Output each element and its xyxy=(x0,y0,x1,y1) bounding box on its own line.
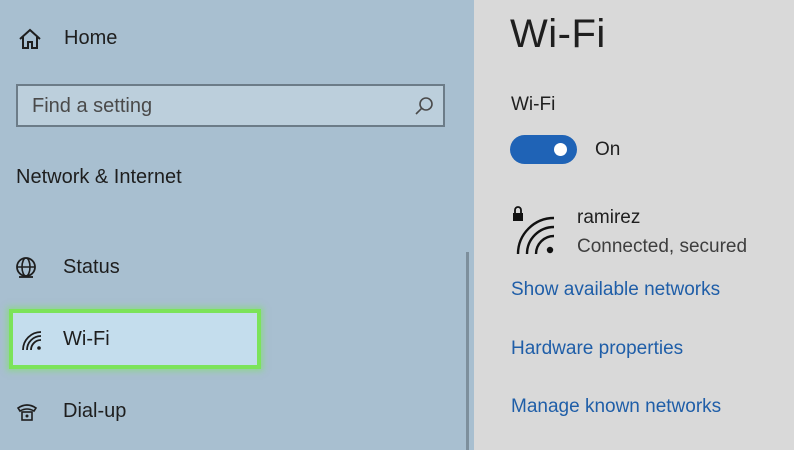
wifi-toggle[interactable] xyxy=(510,135,577,164)
wifi-toggle-label: Wi-Fi xyxy=(511,94,556,115)
search-input[interactable] xyxy=(32,92,392,120)
home-icon xyxy=(19,28,41,49)
sidebar-item-label: Dial-up xyxy=(63,400,127,422)
section-heading: Network & Internet xyxy=(16,166,182,188)
network-status: Connected, secured xyxy=(577,236,748,257)
globe-icon xyxy=(16,257,36,278)
secured-wifi-icon xyxy=(513,206,555,255)
network-name: ramirez xyxy=(577,207,641,228)
sidebar: Home Network & Internet Status Wi-Fi xyxy=(0,0,474,450)
toggle-knob xyxy=(554,143,567,156)
sidebar-item-label: Wi-Fi xyxy=(63,328,110,350)
hardware-properties-link[interactable]: Hardware properties xyxy=(511,338,683,360)
sidebar-item-wifi[interactable]: Wi-Fi xyxy=(9,309,261,369)
main-content: Wi-Fi Wi-Fi On ramirez Connected, secure… xyxy=(474,0,794,450)
sidebar-item-home[interactable]: Home xyxy=(0,24,200,54)
sidebar-item-status[interactable]: Status xyxy=(0,252,260,284)
sidebar-item-dialup[interactable]: Dial-up xyxy=(0,396,260,428)
page-title: Wi-Fi xyxy=(510,12,606,56)
manage-known-networks-link[interactable]: Manage known networks xyxy=(511,396,721,418)
sidebar-scrollbar[interactable] xyxy=(466,252,469,450)
sidebar-item-label: Home xyxy=(64,27,118,49)
show-available-networks-link[interactable]: Show available networks xyxy=(511,279,720,301)
connected-network[interactable]: ramirez Connected, secured xyxy=(510,204,790,264)
search-icon[interactable] xyxy=(413,95,435,117)
toggle-state-label: On xyxy=(595,139,621,160)
search-box[interactable] xyxy=(16,84,445,127)
wifi-icon xyxy=(22,331,42,351)
sidebar-item-label: Status xyxy=(63,256,120,278)
dialup-icon xyxy=(16,404,38,421)
